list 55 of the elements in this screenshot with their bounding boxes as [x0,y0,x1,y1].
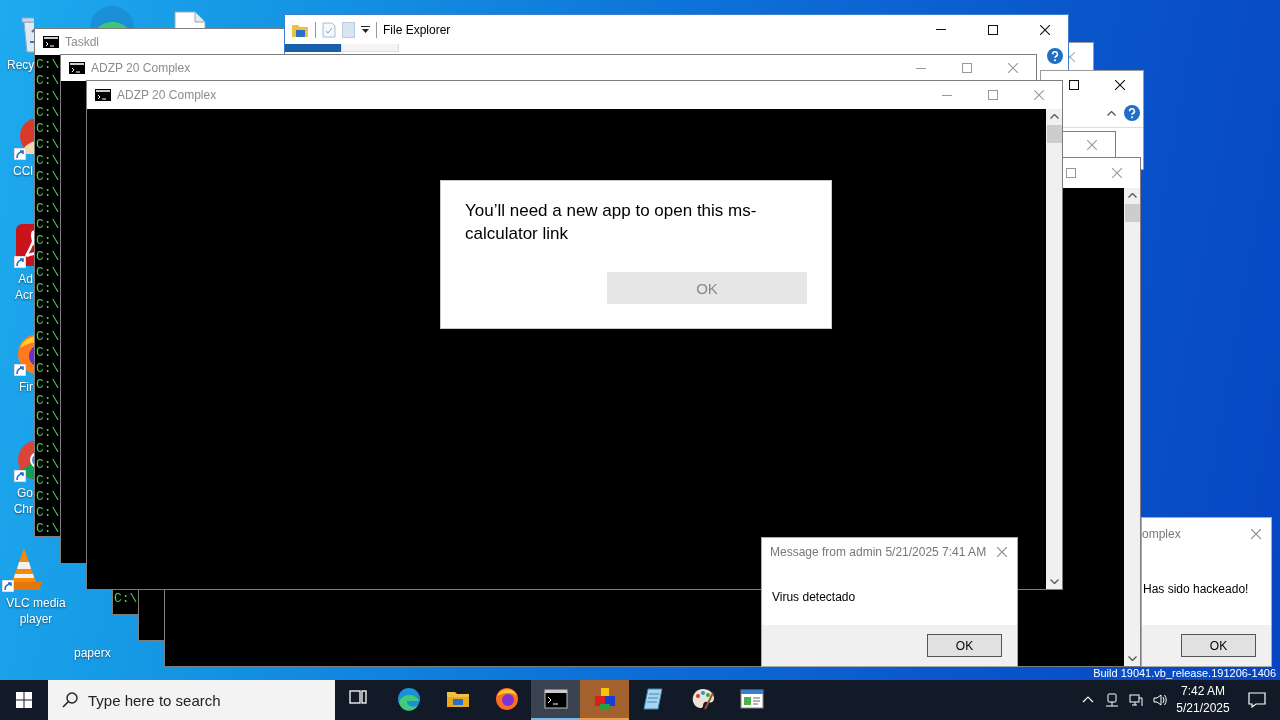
icon-label[interactable]: Ad [5,272,33,287]
window-title: File Explorer [383,22,451,37]
window-title: Taskdl [65,35,99,49]
console-line: C:\ [36,281,60,297]
console-line: C:\ [36,345,60,361]
icon-label[interactable]: Acr [5,288,33,303]
console-line: C:\ [36,329,60,345]
console-line: C:\ [36,521,60,536]
icon-label[interactable]: VLC media [0,596,72,611]
console-line: C:\ [36,217,60,233]
icon-label[interactable]: paperx [74,646,114,661]
window-title: Message from admin 5/21/2025 7:41 AM [770,545,987,559]
console-line: C:\ [36,441,60,457]
icon-label[interactable]: Chr [5,502,33,517]
window-title: ADZP 20 Complex [91,61,191,75]
icon-label[interactable]: CCl [7,164,33,179]
console-line: C:\ [36,201,60,217]
console-line: C:\ [36,169,60,185]
console-line: C:\ [36,105,60,121]
message-text: Has sido hackeado! [1143,582,1249,596]
console-line: C:\ [36,377,60,393]
icon-label[interactable]: player [0,612,72,627]
clock-button[interactable]: 7:42 AM 5/21/2025 [1172,680,1234,720]
icon-label[interactable]: Recy [7,58,33,73]
console-line: C:\ [36,249,60,265]
message-text: Virus detectado [772,590,856,604]
console-line: C:\ [36,297,60,313]
console-line: C:\ [36,473,60,489]
icon-label[interactable]: Go [5,486,33,501]
console-line: C:\ [36,457,60,473]
window-title: omplex [1142,527,1182,541]
icon-label[interactable]: Fir [5,380,33,395]
window-title: ADZP 20 Complex [117,88,217,102]
console-line: C:\ [36,137,60,153]
console-line: C:\ [36,233,60,249]
console-line: C:\ [36,57,60,73]
console-line: C:\ [36,265,60,281]
console-line: C:\ [36,313,60,329]
console-line: C:\ [36,393,60,409]
console-line: C:\ [114,591,138,607]
console-line: C:\ [36,89,60,105]
search-field[interactable]: Type here to search [48,680,335,720]
console-line: C:\ [36,425,60,441]
console-line: C:\ [36,121,60,137]
build-text: Build 19041.vb_release.191206-1406 [1093,667,1276,679]
console-line: C:\ [36,361,60,377]
console-line: C:\ [36,153,60,169]
console-line: C:\ [36,505,60,521]
dialog-message: You’ll need a new app to open this ms-calculator link [465,200,758,245]
ok-button[interactable]: OK [927,634,1002,657]
console-line: C:\ [36,409,60,425]
ok-button[interactable]: OK [1181,634,1256,657]
console-line: C:\ [36,489,60,505]
console-line: C:\ [36,185,60,201]
console-line: C:\ [36,73,60,89]
